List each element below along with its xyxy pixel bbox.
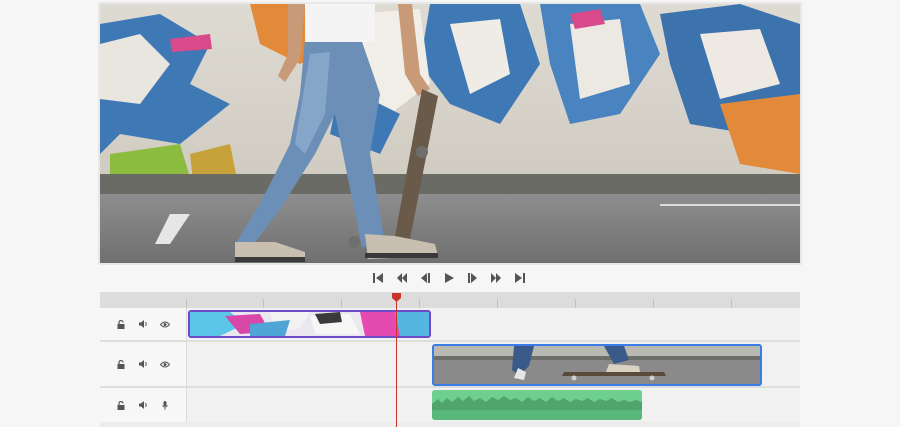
step-forward-button[interactable] [465,270,481,286]
lock-icon [117,319,125,329]
ruler-tick [419,299,420,308]
track-header [100,342,187,386]
preview-frame-image [100,4,800,263]
skip-to-end-icon [514,273,525,283]
record-toggle[interactable] [160,400,170,410]
ruler-tick [731,299,732,308]
track-header [100,388,187,422]
next-frame-button[interactable] [488,270,504,286]
microphone-icon [162,400,168,410]
ruler-tick [575,299,576,308]
next-frame-icon [491,273,502,283]
ruler-tick [341,299,342,308]
ruler-tick [263,299,264,308]
clip-thumbnail [434,346,760,384]
mute-toggle[interactable] [138,359,148,369]
video-preview[interactable] [100,4,800,263]
track-header [100,308,187,340]
visibility-eye-icon [160,321,170,327]
volume-icon [138,360,147,368]
ruler-tick [186,299,187,308]
mute-toggle[interactable] [138,400,148,410]
visibility-toggle[interactable] [160,319,170,329]
ruler-tick [653,299,654,308]
lock-toggle[interactable] [116,359,126,369]
volume-icon [138,401,147,409]
previous-frame-button[interactable] [394,270,410,286]
transport-controls [370,270,528,286]
step-back-button[interactable] [417,270,433,286]
playhead-line [396,300,397,427]
previous-frame-icon [396,273,407,283]
visibility-eye-icon [160,361,170,367]
skip-to-end-button[interactable] [512,270,528,286]
timeline-ruler[interactable] [100,292,800,308]
mute-toggle[interactable] [138,319,148,329]
skip-to-start-button[interactable] [370,270,386,286]
step-back-icon [421,273,431,283]
lock-toggle[interactable] [116,400,126,410]
video-clip-skateboard[interactable] [432,344,762,386]
lock-toggle[interactable] [116,319,126,329]
play-icon [444,273,454,283]
audio-clip[interactable] [432,390,642,420]
skip-to-start-icon [373,273,383,283]
visibility-toggle[interactable] [160,359,170,369]
clip-thumbnail [190,312,429,336]
step-forward-icon [467,273,477,283]
lock-icon [117,400,125,410]
lock-icon [117,359,125,369]
audio-waveform [432,390,642,420]
ruler-tick [497,299,498,308]
playhead-handle[interactable] [392,293,401,302]
play-button[interactable] [441,270,457,286]
volume-icon [138,320,147,328]
video-clip-graffiti[interactable] [188,310,431,338]
